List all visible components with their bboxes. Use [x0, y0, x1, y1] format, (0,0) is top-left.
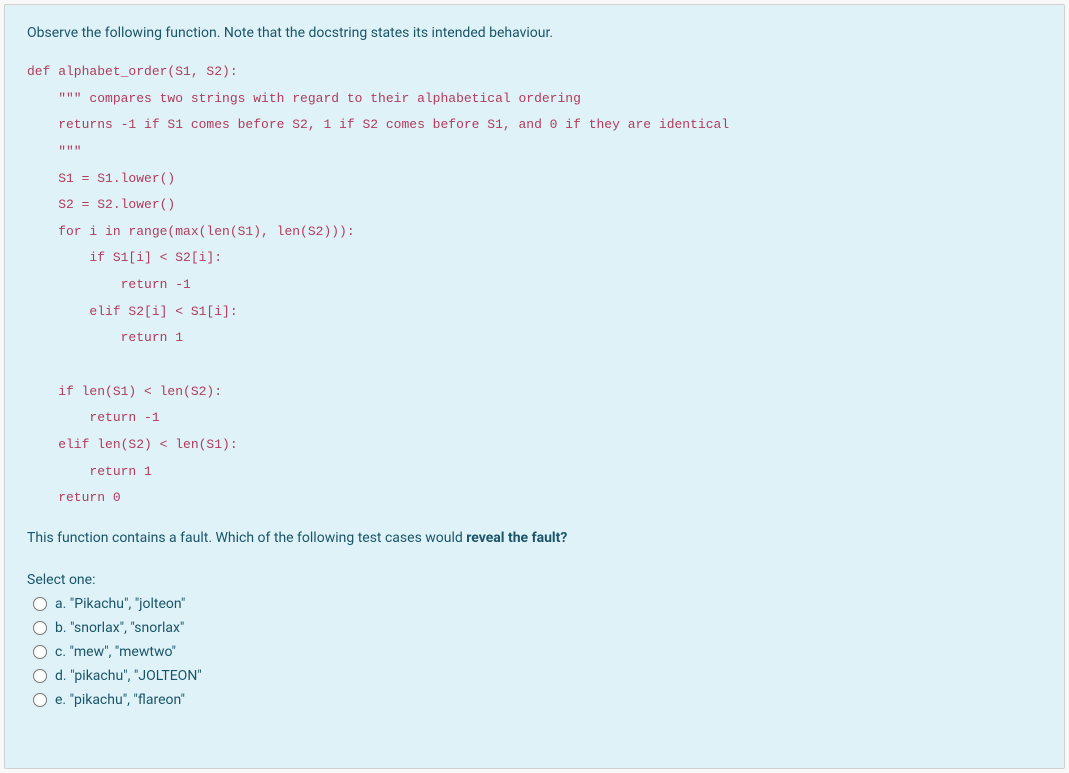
option-a-letter: a.	[55, 596, 66, 612]
option-a-label: a. "Pikachu", "jolteon"	[55, 596, 185, 612]
code-block: def alphabet_order(S1, S2): """ compares…	[27, 59, 1042, 512]
question-container: Observe the following function. Note tha…	[4, 4, 1065, 769]
option-b-text: "snorlax", "snorlax"	[70, 620, 184, 636]
option-d-letter: d.	[55, 668, 67, 684]
option-c-letter: c.	[55, 644, 66, 660]
option-b-label: b. "snorlax", "snorlax"	[55, 620, 184, 636]
radio-option-b[interactable]	[33, 621, 47, 635]
option-a-text: "Pikachu", "jolteon"	[70, 596, 186, 612]
option-b-letter: b.	[55, 620, 67, 636]
option-e-letter: e.	[55, 692, 66, 708]
option-d-label: d. "pikachu", "JOLTEON"	[55, 668, 202, 684]
option-d[interactable]: d. "pikachu", "JOLTEON"	[27, 668, 1042, 684]
question-bold: reveal the fault?	[466, 530, 567, 546]
option-c[interactable]: c. "mew", "mewtwo"	[27, 644, 1042, 660]
option-e-text: "pikachu", "flareon"	[70, 692, 185, 708]
radio-option-a[interactable]	[33, 597, 47, 611]
select-one-label: Select one:	[27, 572, 1042, 588]
radio-option-c[interactable]	[33, 645, 47, 659]
radio-option-e[interactable]	[33, 693, 47, 707]
options-group: a. "Pikachu", "jolteon" b. "snorlax", "s…	[27, 596, 1042, 708]
question-prefix: This function contains a fault. Which of…	[27, 530, 466, 546]
option-e-label: e. "pikachu", "flareon"	[55, 692, 185, 708]
radio-option-d[interactable]	[33, 669, 47, 683]
intro-text: Observe the following function. Note tha…	[27, 25, 1042, 41]
question-text: This function contains a fault. Which of…	[27, 530, 1042, 546]
option-c-label: c. "mew", "mewtwo"	[55, 644, 176, 660]
option-a[interactable]: a. "Pikachu", "jolteon"	[27, 596, 1042, 612]
option-c-text: "mew", "mewtwo"	[70, 644, 177, 660]
option-d-text: "pikachu", "JOLTEON"	[70, 668, 202, 684]
option-b[interactable]: b. "snorlax", "snorlax"	[27, 620, 1042, 636]
option-e[interactable]: e. "pikachu", "flareon"	[27, 692, 1042, 708]
